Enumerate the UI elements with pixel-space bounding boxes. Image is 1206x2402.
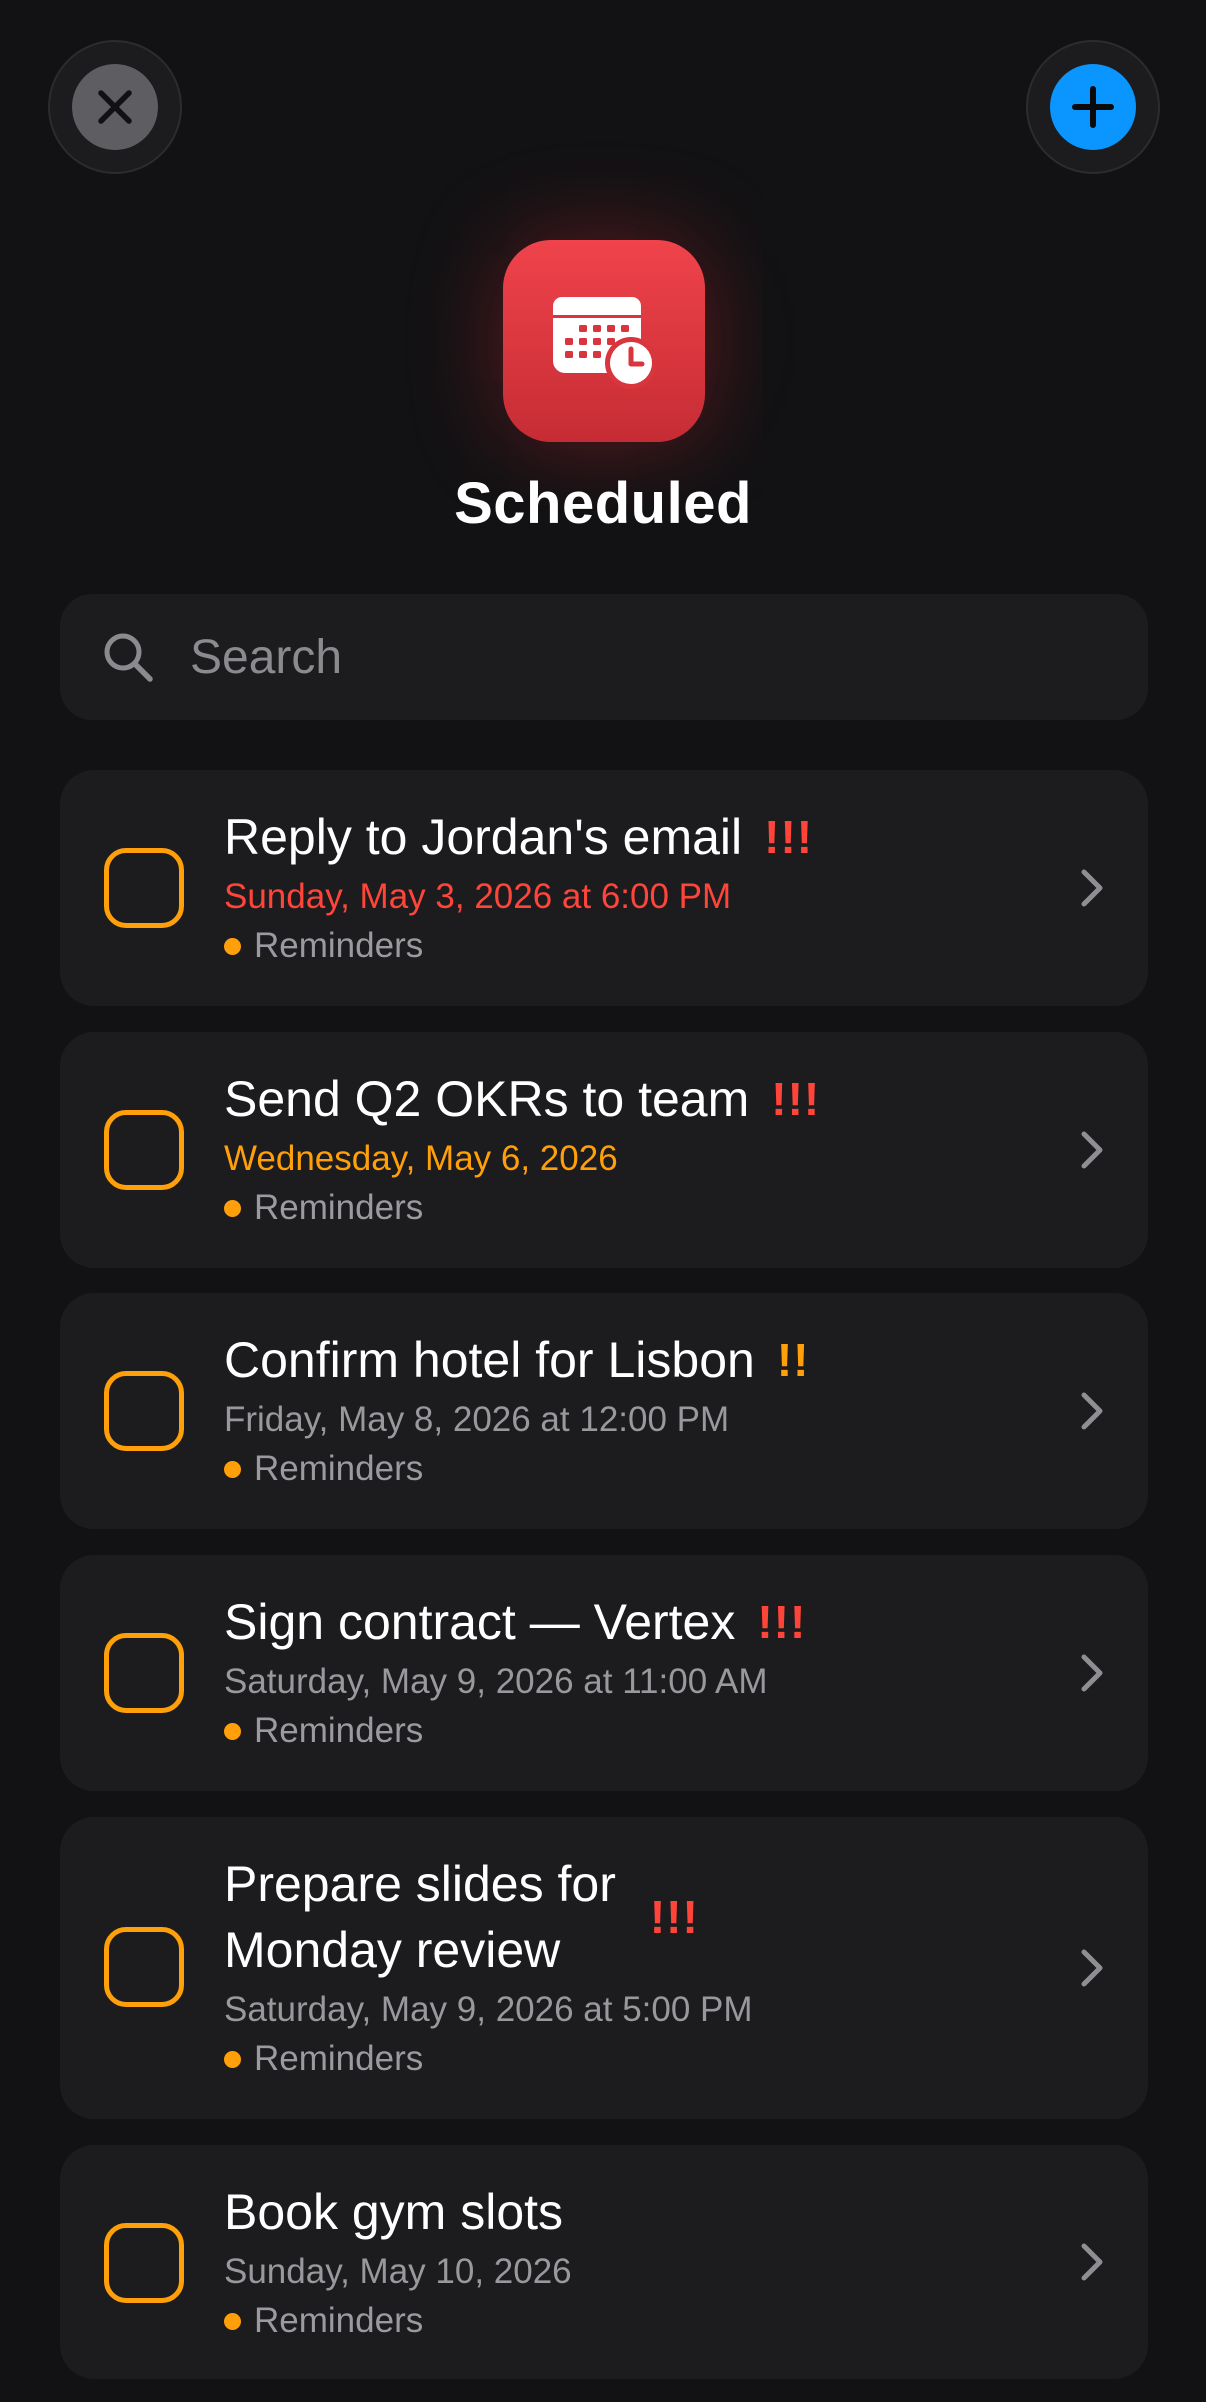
reminder-row[interactable]: Send Q2 OKRs to team !!! Wednesday, May … [60, 1032, 1148, 1268]
priority-marker: !!! [649, 1891, 699, 1943]
list-color-dot [224, 937, 241, 955]
completion-checkbox[interactable] [104, 848, 184, 928]
reminder-row[interactable]: Confirm hotel for Lisbon !! Friday, May … [60, 1293, 1148, 1529]
list-name: Reminders [254, 2039, 424, 2078]
reminder-title: Book gym slots [224, 2184, 564, 2240]
search-field[interactable]: Search [60, 594, 1148, 720]
reminder-title-line-2: Monday review [224, 1922, 561, 1978]
reminder-date: Sunday, May 3, 2026 at 6:00 PM [224, 877, 732, 916]
chevron-right-icon[interactable] [1074, 1946, 1108, 1990]
list-name: Reminders [254, 1188, 424, 1227]
completion-checkbox[interactable] [104, 1927, 184, 2007]
search-icon [104, 633, 153, 682]
list-color-dot [224, 1722, 241, 1740]
completion-checkbox[interactable] [104, 1110, 184, 1190]
list-name: Reminders [254, 926, 424, 965]
reminder-title: Confirm hotel for Lisbon [224, 1332, 755, 1388]
plus-icon [1050, 64, 1136, 150]
reminder-title: Send Q2 OKRs to team [224, 1071, 750, 1127]
close-icon [72, 64, 158, 150]
page-title: Scheduled [454, 471, 752, 536]
search-placeholder: Search [190, 630, 343, 684]
list-name: Reminders [254, 2301, 424, 2340]
reminder-row[interactable]: Reply to Jordan's email !!! Sunday, May … [60, 770, 1148, 1006]
reminder-date: Wednesday, May 6, 2026 [224, 1139, 618, 1178]
completion-checkbox[interactable] [104, 1633, 184, 1713]
calendar-clock-icon [503, 240, 705, 442]
list-name: Reminders [254, 1711, 424, 1750]
scheduled-list-screen: Scheduled Search Reply to Jordan's email… [0, 0, 1206, 2402]
priority-marker: !!! [771, 1073, 821, 1125]
priority-marker: !!! [764, 811, 814, 863]
reminder-title-line-1: Prepare slides for [224, 1856, 616, 1912]
reminder-row[interactable]: Book gym slots Sunday, May 10, 2026 Remi… [60, 2145, 1148, 2379]
reminder-date: Saturday, May 9, 2026 at 5:00 PM [224, 1990, 753, 2029]
chevron-right-icon[interactable] [1074, 866, 1108, 910]
chevron-right-icon[interactable] [1074, 2240, 1108, 2284]
list-name: Reminders [254, 1449, 424, 1488]
chevron-right-icon[interactable] [1074, 1651, 1108, 1695]
list-color-dot [224, 1199, 241, 1217]
chevron-right-icon[interactable] [1074, 1128, 1108, 1172]
close-button[interactable] [48, 40, 182, 174]
list-color-dot [224, 2312, 241, 2330]
list-color-dot [224, 2050, 241, 2068]
priority-marker: !! [776, 1334, 810, 1386]
reminder-title: Reply to Jordan's email [224, 809, 743, 865]
reminder-date: Saturday, May 9, 2026 at 11:00 AM [224, 1662, 768, 1701]
reminder-row[interactable]: Sign contract — Vertex !!! Saturday, May… [60, 1555, 1148, 1791]
priority-marker: !!! [757, 1596, 807, 1648]
reminder-title: Sign contract — Vertex [224, 1594, 736, 1650]
completion-checkbox[interactable] [104, 2223, 184, 2303]
reminder-row[interactable]: Prepare slides for Monday review !!! Sat… [60, 1817, 1148, 2119]
chevron-right-icon[interactable] [1074, 1389, 1108, 1433]
reminder-date: Sunday, May 10, 2026 [224, 2252, 572, 2291]
completion-checkbox[interactable] [104, 1371, 184, 1451]
reminder-date: Friday, May 8, 2026 at 12:00 PM [224, 1400, 730, 1439]
add-reminder-button[interactable] [1026, 40, 1160, 174]
list-color-dot [224, 1460, 241, 1478]
